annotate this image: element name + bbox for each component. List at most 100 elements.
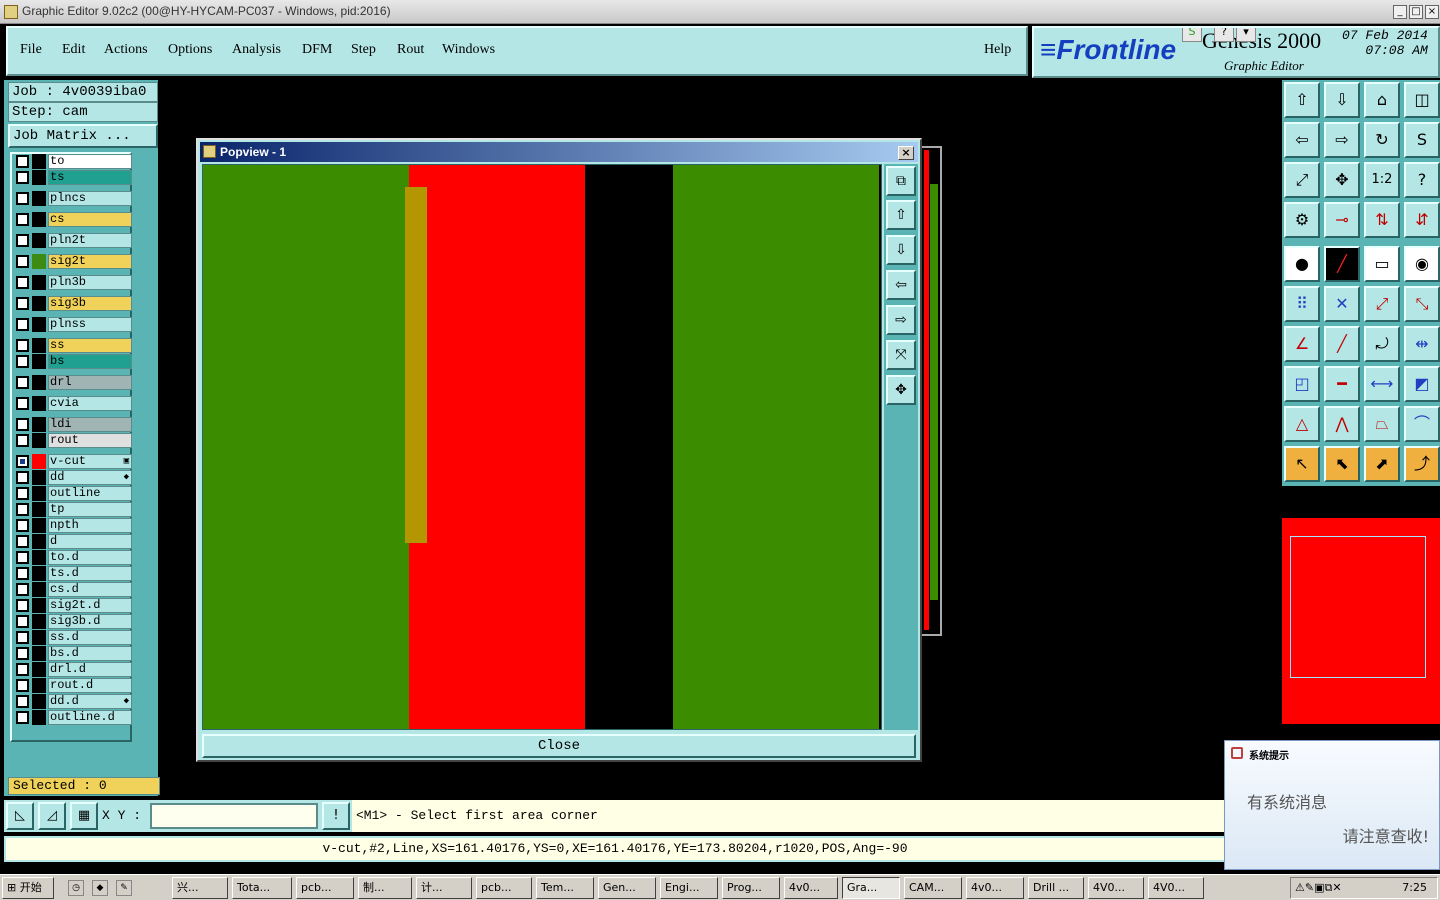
taskbar-item[interactable]: 兴... <box>172 877 228 899</box>
layer-checkbox[interactable] <box>16 599 29 612</box>
taskbar-item[interactable]: pcb... <box>296 877 354 899</box>
taskbar-item[interactable]: 4v0... <box>784 877 838 899</box>
taskbar-item[interactable]: Tota... <box>232 877 292 899</box>
layer-row[interactable]: cs <box>14 212 132 227</box>
arc-icon[interactable]: ⤾ <box>1364 326 1400 362</box>
layer-row[interactable]: pln2t <box>14 233 132 248</box>
layer-name[interactable]: ldi <box>48 417 132 432</box>
layer-color-swatch[interactable] <box>32 646 46 661</box>
layer-name[interactable]: bs.d <box>48 646 132 661</box>
mirror-icon[interactable]: ⇹ <box>1404 326 1440 362</box>
minimize-icon[interactable]: _ <box>1393 5 1407 19</box>
layer-checkbox[interactable] <box>16 567 29 580</box>
move-point-icon[interactable]: ⤢ <box>1364 286 1400 322</box>
layer-color-swatch[interactable] <box>32 433 46 448</box>
layer-row[interactable]: v-cut ▣ <box>14 454 132 469</box>
taskbar-item[interactable]: Engi... <box>660 877 718 899</box>
pan-right-tool-icon[interactable]: ⇨ <box>1324 122 1360 158</box>
taskbar-item[interactable]: Gra... <box>842 877 900 899</box>
layer-checkbox[interactable] <box>16 535 29 548</box>
zoom-home-icon[interactable]: ⤧ <box>886 340 916 370</box>
close-icon[interactable]: × <box>1425 5 1439 19</box>
layer-name[interactable]: plncs <box>48 191 132 206</box>
taskbar-item[interactable]: Prog... <box>722 877 780 899</box>
layer-name[interactable]: ss <box>48 338 132 353</box>
menu-step[interactable]: Step <box>351 42 376 58</box>
layer-name[interactable]: sig3b.d <box>48 614 132 629</box>
layer-color-swatch[interactable] <box>32 598 46 613</box>
snap-icon[interactable]: S <box>1404 122 1440 158</box>
slope-icon[interactable]: ╱ <box>1324 326 1360 362</box>
horizontal-line-icon[interactable]: ━ <box>1324 366 1360 402</box>
layer-row[interactable]: ts <box>14 170 132 185</box>
layer-color-swatch[interactable] <box>32 694 46 709</box>
resize-pad-icon[interactable]: ◰ <box>1284 366 1320 402</box>
select-net-icon[interactable]: ⤴ <box>1404 446 1440 482</box>
layer-row[interactable]: dd.d ◆ <box>14 694 132 709</box>
menu-rout[interactable]: Rout <box>397 42 424 58</box>
layer-color-swatch[interactable] <box>32 614 46 629</box>
taskbar-item[interactable]: Drill ... <box>1028 877 1084 899</box>
start-button[interactable]: ⊞ 开始 <box>2 877 54 899</box>
layer-name[interactable]: drl.d <box>48 662 132 677</box>
layer-row[interactable]: rout.d <box>14 678 132 693</box>
angle-icon[interactable]: ∠ <box>1284 326 1320 362</box>
layer-name[interactable]: plnss <box>48 317 132 332</box>
home-view-icon[interactable]: ⌂ <box>1364 82 1400 118</box>
pan-down-icon[interactable]: ⇩ <box>886 235 916 265</box>
layer-checkbox[interactable] <box>16 583 29 596</box>
layer-checkbox[interactable] <box>16 551 29 564</box>
layer-checkbox[interactable] <box>16 647 29 660</box>
layer-name[interactable]: cs.d <box>48 582 132 597</box>
layer-checkbox[interactable] <box>16 503 29 516</box>
job-matrix-button[interactable]: Job Matrix ... <box>8 124 158 148</box>
redraw-icon[interactable]: ↻ <box>1364 122 1400 158</box>
menu-help[interactable]: Help <box>984 42 1011 58</box>
layer-name[interactable]: sig2t.d <box>48 598 132 613</box>
split-view-icon[interactable]: ◫ <box>1404 82 1440 118</box>
layer-row[interactable]: rout <box>14 433 132 448</box>
add-line-icon[interactable]: ╱ <box>1324 246 1360 282</box>
taskbar-item[interactable]: 计... <box>416 877 472 899</box>
menu-dfm[interactable]: DFM <box>302 42 332 58</box>
layer-up-icon[interactable]: ⇅ <box>1364 202 1400 238</box>
layer-name[interactable]: to.d <box>48 550 132 565</box>
shield-icon[interactable]: ◆ <box>92 880 108 896</box>
menu-analysis[interactable]: Analysis <box>232 42 281 58</box>
layer-color-swatch[interactable] <box>32 354 46 369</box>
popview-canvas[interactable] <box>202 164 882 730</box>
select-arrow-icon[interactable]: ↖ <box>1284 446 1320 482</box>
triangle-icon[interactable]: △ <box>1284 406 1320 442</box>
layer-row[interactable]: to <box>14 154 132 169</box>
layer-row[interactable]: outline.d <box>14 710 132 725</box>
layer-color-swatch[interactable] <box>32 630 46 645</box>
add-pad-icon[interactable]: ● <box>1284 246 1320 282</box>
settings-icon[interactable]: ⚙ <box>1284 202 1320 238</box>
layer-checkbox[interactable] <box>16 679 29 692</box>
taskbar-item[interactable]: 制... <box>358 877 412 899</box>
shapes-icon[interactable]: ◩ <box>1404 366 1440 402</box>
maximize-icon[interactable]: □ <box>1409 5 1423 19</box>
layer-name[interactable]: ts.d <box>48 566 132 581</box>
layer-checkbox[interactable] <box>16 711 29 724</box>
arch-icon[interactable]: ⌒ <box>1404 406 1440 442</box>
layer-checkbox[interactable] <box>16 255 29 268</box>
taskbar-item[interactable]: 4V0... <box>1088 877 1144 899</box>
query-icon[interactable]: ? <box>1404 162 1440 198</box>
taskbar-item[interactable]: Gen... <box>598 877 656 899</box>
taskbar-item[interactable]: CAM... <box>904 877 962 899</box>
layer-checkbox[interactable] <box>16 615 29 628</box>
layer-checkbox[interactable] <box>16 631 29 644</box>
tray-icons[interactable]: ⚠✎▣⧉✕ <box>1295 881 1342 895</box>
layer-row[interactable]: drl.d <box>14 662 132 677</box>
layer-color-swatch[interactable] <box>32 233 46 248</box>
cross-icon[interactable]: ✕ <box>1324 286 1360 322</box>
layer-name[interactable]: dd.d ◆ <box>48 694 132 709</box>
system-notification[interactable]: 系统提示 有系统消息 请注意查收! <box>1224 740 1440 870</box>
layer-color-swatch[interactable] <box>32 275 46 290</box>
layer-row[interactable]: sig2t.d <box>14 598 132 613</box>
layer-checkbox[interactable] <box>16 519 29 532</box>
layer-color-swatch[interactable] <box>32 396 46 411</box>
peak-icon[interactable]: ⋀ <box>1324 406 1360 442</box>
layer-row[interactable]: cs.d <box>14 582 132 597</box>
